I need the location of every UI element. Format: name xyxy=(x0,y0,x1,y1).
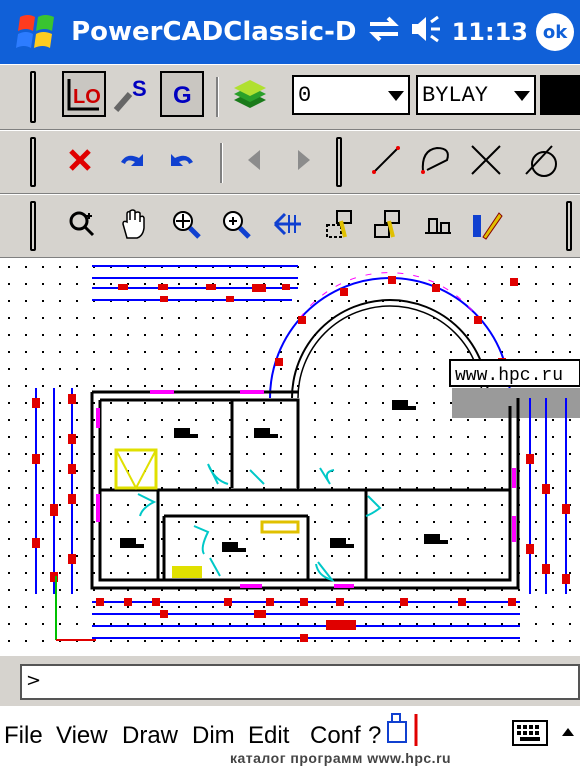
clock-time[interactable]: 11:13 xyxy=(452,18,528,46)
line-tool-icon[interactable] xyxy=(364,137,408,183)
watermark-text: www.hpc.ru xyxy=(455,366,563,386)
menu-bar: File View Draw Dim Edit Conf ? каталог п… xyxy=(0,706,580,766)
grid-dots xyxy=(0,258,580,656)
windows-start-icon[interactable] xyxy=(12,7,61,57)
next-icon[interactable] xyxy=(282,137,326,183)
block-insert-icon[interactable] xyxy=(318,201,362,247)
watermark-shadow xyxy=(452,388,580,418)
layer-select[interactable]: 0 xyxy=(292,75,410,115)
title-bar: PowerCADClassic-D 11:13 ok xyxy=(0,0,580,64)
polyline-tool-icon[interactable] xyxy=(414,137,458,183)
drawing-canvas[interactable]: www.hpc.ru xyxy=(0,258,580,656)
toolbar-grip[interactable] xyxy=(566,201,572,251)
window-toggle-icon[interactable] xyxy=(386,712,422,750)
command-input[interactable]: > xyxy=(20,664,580,700)
toolbar-view xyxy=(0,194,580,258)
menu-view[interactable]: View xyxy=(56,722,108,750)
arc-tool-icon[interactable] xyxy=(518,137,562,183)
snap-icon[interactable]: S xyxy=(110,71,154,117)
chevron-down-icon xyxy=(388,91,404,101)
toolbar-grip[interactable] xyxy=(336,137,342,187)
command-area: > xyxy=(0,656,580,706)
properties-pencil-icon[interactable] xyxy=(464,201,508,247)
block-create-icon[interactable] xyxy=(366,201,410,247)
undo-icon[interactable] xyxy=(160,137,204,183)
keyboard-icon[interactable] xyxy=(512,720,548,750)
toolbar-grip[interactable] xyxy=(30,137,36,187)
zoom-in-icon[interactable] xyxy=(214,201,258,247)
previous-icon[interactable] xyxy=(232,137,276,183)
toolbar-grip[interactable] xyxy=(30,201,36,251)
redo-icon[interactable] xyxy=(110,137,154,183)
toolbar-edit xyxy=(0,130,580,194)
zoom-extents-icon[interactable] xyxy=(164,201,208,247)
connectivity-icon[interactable] xyxy=(366,14,402,50)
linetype-select-value: BYLAY xyxy=(422,82,489,108)
menu-dim[interactable]: Dim xyxy=(192,722,235,750)
grid-icon[interactable]: G xyxy=(160,71,204,117)
zoom-previous-icon[interactable] xyxy=(266,201,310,247)
menu-help[interactable]: ? xyxy=(368,722,381,750)
ortho-icon[interactable]: LO xyxy=(62,71,106,117)
hatch-icon[interactable] xyxy=(416,201,460,247)
cad-drawing[interactable]: www.hpc.ru xyxy=(0,258,580,656)
menu-edit[interactable]: Edit xyxy=(248,722,289,750)
layers-icon[interactable] xyxy=(228,71,272,117)
menu-conf[interactable]: Conf xyxy=(310,722,361,750)
toolbar-grip[interactable] xyxy=(30,71,36,123)
color-swatch[interactable] xyxy=(540,75,580,115)
zoom-realtime-icon[interactable] xyxy=(60,201,104,247)
separator xyxy=(220,143,223,183)
svg-text:G: G xyxy=(173,82,192,109)
app-title: PowerCADClassic-D xyxy=(71,17,357,47)
intersect-tool-icon[interactable] xyxy=(464,137,508,183)
linetype-select[interactable]: BYLAY xyxy=(416,75,536,115)
svg-text:LO: LO xyxy=(73,86,101,108)
ok-button[interactable]: ok xyxy=(536,13,574,51)
toolbar-layers: LO S G 0 BYLAY xyxy=(0,64,580,130)
menu-file[interactable]: File xyxy=(4,722,43,750)
delete-icon[interactable] xyxy=(58,137,102,183)
volume-icon[interactable] xyxy=(410,14,444,50)
svg-text:S: S xyxy=(132,76,147,101)
pan-hand-icon[interactable] xyxy=(112,201,156,247)
chevron-down-icon xyxy=(514,91,530,101)
layer-select-value: 0 xyxy=(298,82,312,108)
menu-draw[interactable]: Draw xyxy=(122,722,178,750)
separator xyxy=(216,77,219,117)
chevron-up-icon[interactable] xyxy=(558,722,578,746)
